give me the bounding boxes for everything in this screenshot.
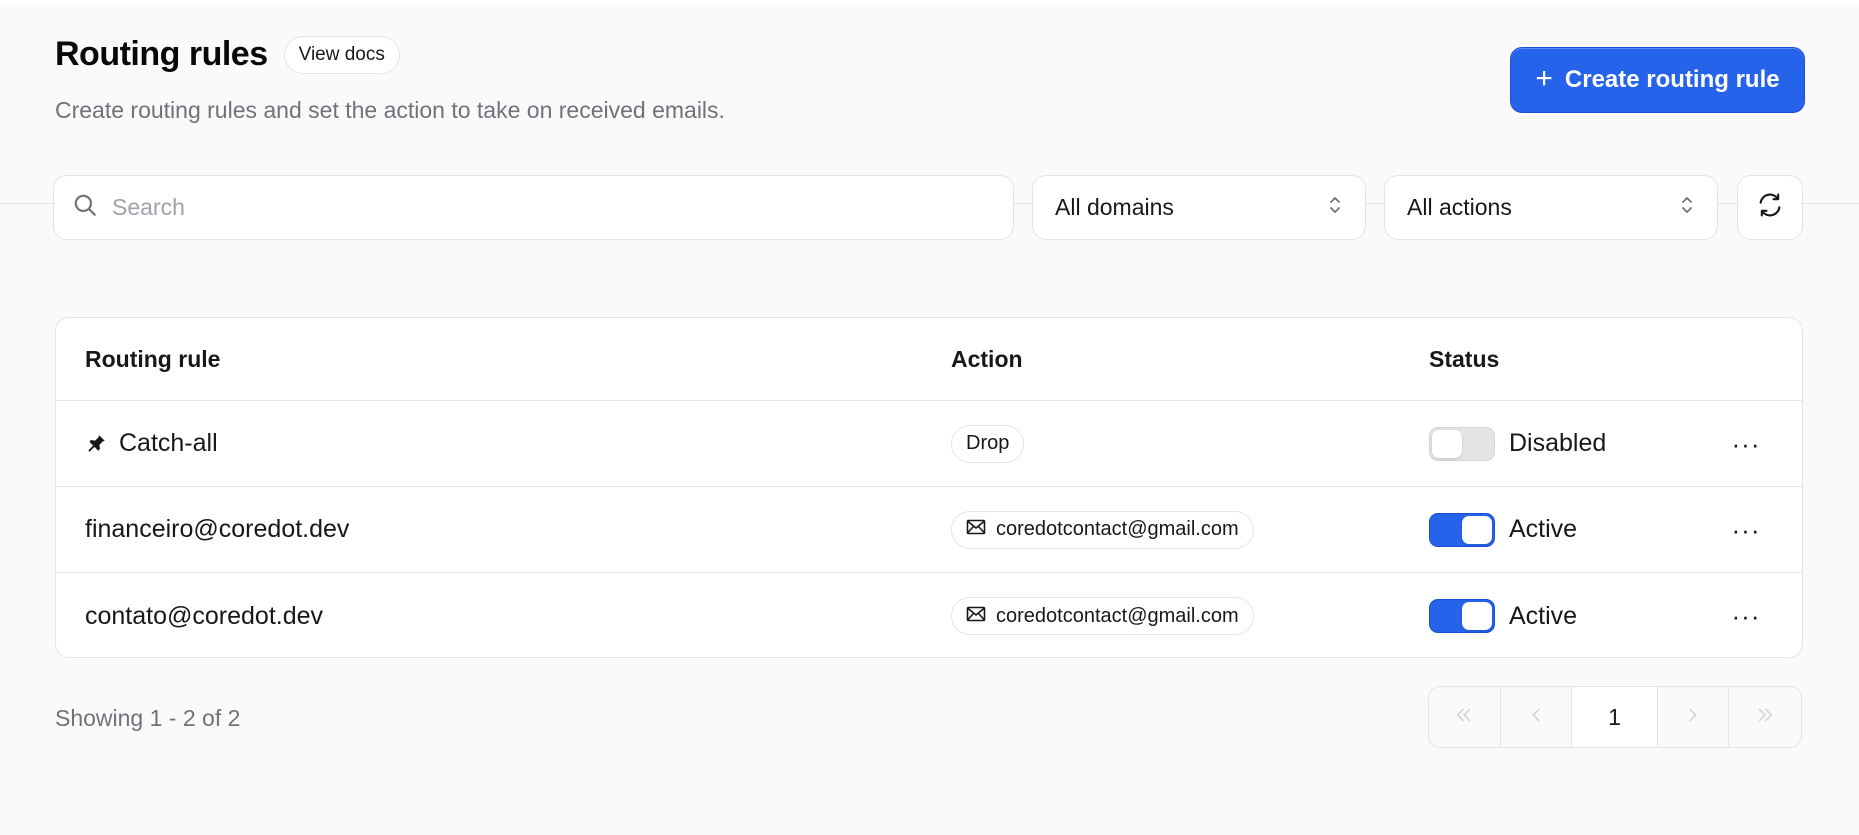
- page: Routing rules View docs Create routing r…: [0, 5, 1859, 835]
- action-badge: coredotcontact@gmail.com: [951, 597, 1254, 635]
- search-icon: [72, 192, 98, 223]
- last-page-button[interactable]: [1729, 687, 1801, 747]
- domain-select-value: All domains: [1055, 194, 1174, 220]
- chevron-right-icon: [1682, 704, 1704, 731]
- refresh-icon: [1756, 191, 1784, 224]
- rule-name: Catch-all: [119, 429, 218, 457]
- chevron-up-down-icon: [1679, 193, 1695, 223]
- chevron-left-icon: [1525, 704, 1547, 731]
- action-label: Drop: [966, 432, 1010, 454]
- status-label: Disabled: [1509, 429, 1607, 457]
- row-more-button[interactable]: ···: [1721, 487, 1771, 572]
- status-toggle[interactable]: [1429, 426, 1495, 461]
- more-horizontal-icon: ···: [1731, 601, 1761, 631]
- action-badge: Drop: [951, 424, 1025, 463]
- status-toggle[interactable]: [1429, 512, 1495, 547]
- status-toggle[interactable]: [1429, 599, 1495, 633]
- status-label: Active: [1509, 601, 1578, 630]
- table-header-row: Routing rule Action Status: [56, 318, 1802, 401]
- page-title: Routing rules: [55, 35, 268, 73]
- search-input[interactable]: [112, 194, 912, 221]
- first-page-button[interactable]: [1429, 687, 1501, 747]
- action-label: coredotcontact@gmail.com: [996, 604, 1239, 627]
- column-header-action: Action: [951, 345, 1023, 372]
- more-horizontal-icon: ···: [1731, 428, 1761, 459]
- chevron-up-down-icon: [1327, 193, 1343, 223]
- pagination-summary: Showing 1 - 2 of 2: [55, 705, 241, 731]
- row-more-button[interactable]: ···: [1721, 401, 1771, 486]
- refresh-button[interactable]: [1737, 175, 1803, 240]
- table-row[interactable]: financeiro@coredot.dev coredotcontact@gm…: [56, 487, 1802, 573]
- rule-name: financeiro@coredot.dev: [85, 515, 350, 543]
- chevrons-left-icon: [1453, 704, 1475, 731]
- current-page[interactable]: 1: [1572, 687, 1658, 747]
- create-routing-rule-label: Create routing rule: [1564, 66, 1780, 93]
- create-routing-rule-button[interactable]: + Create routing rule: [1510, 47, 1805, 113]
- action-label: coredotcontact@gmail.com: [996, 518, 1239, 540]
- table-row[interactable]: contato@coredot.dev coredotcontact@gmail…: [56, 573, 1802, 657]
- mail-icon: [966, 605, 986, 628]
- column-header-status: Status: [1429, 345, 1500, 372]
- more-horizontal-icon: ···: [1731, 514, 1761, 545]
- row-more-button[interactable]: ···: [1721, 573, 1771, 657]
- pin-icon: [85, 433, 107, 455]
- page-subtitle: Create routing rules and set the action …: [55, 97, 725, 123]
- plus-icon: +: [1535, 61, 1553, 95]
- mail-icon: [966, 518, 986, 541]
- view-docs-button[interactable]: View docs: [283, 35, 400, 74]
- domain-select[interactable]: All domains: [1032, 175, 1366, 240]
- chevrons-right-icon: [1754, 704, 1776, 731]
- routing-rules-table: Routing rule Action Status Catch-all Dro…: [55, 317, 1803, 658]
- rule-name: contato@coredot.dev: [85, 601, 324, 630]
- status-label: Active: [1509, 515, 1578, 543]
- action-select[interactable]: All actions: [1384, 175, 1718, 240]
- action-select-value: All actions: [1407, 194, 1512, 220]
- column-header-rule: Routing rule: [85, 345, 221, 372]
- previous-page-button[interactable]: [1501, 687, 1573, 747]
- page-header: Routing rules View docs: [55, 35, 400, 74]
- search-field[interactable]: [53, 175, 1014, 240]
- table-row[interactable]: Catch-all Drop Disabled ···: [56, 401, 1802, 487]
- next-page-button[interactable]: [1658, 687, 1730, 747]
- pagination: 1: [1428, 686, 1802, 748]
- action-badge: coredotcontact@gmail.com: [951, 510, 1254, 549]
